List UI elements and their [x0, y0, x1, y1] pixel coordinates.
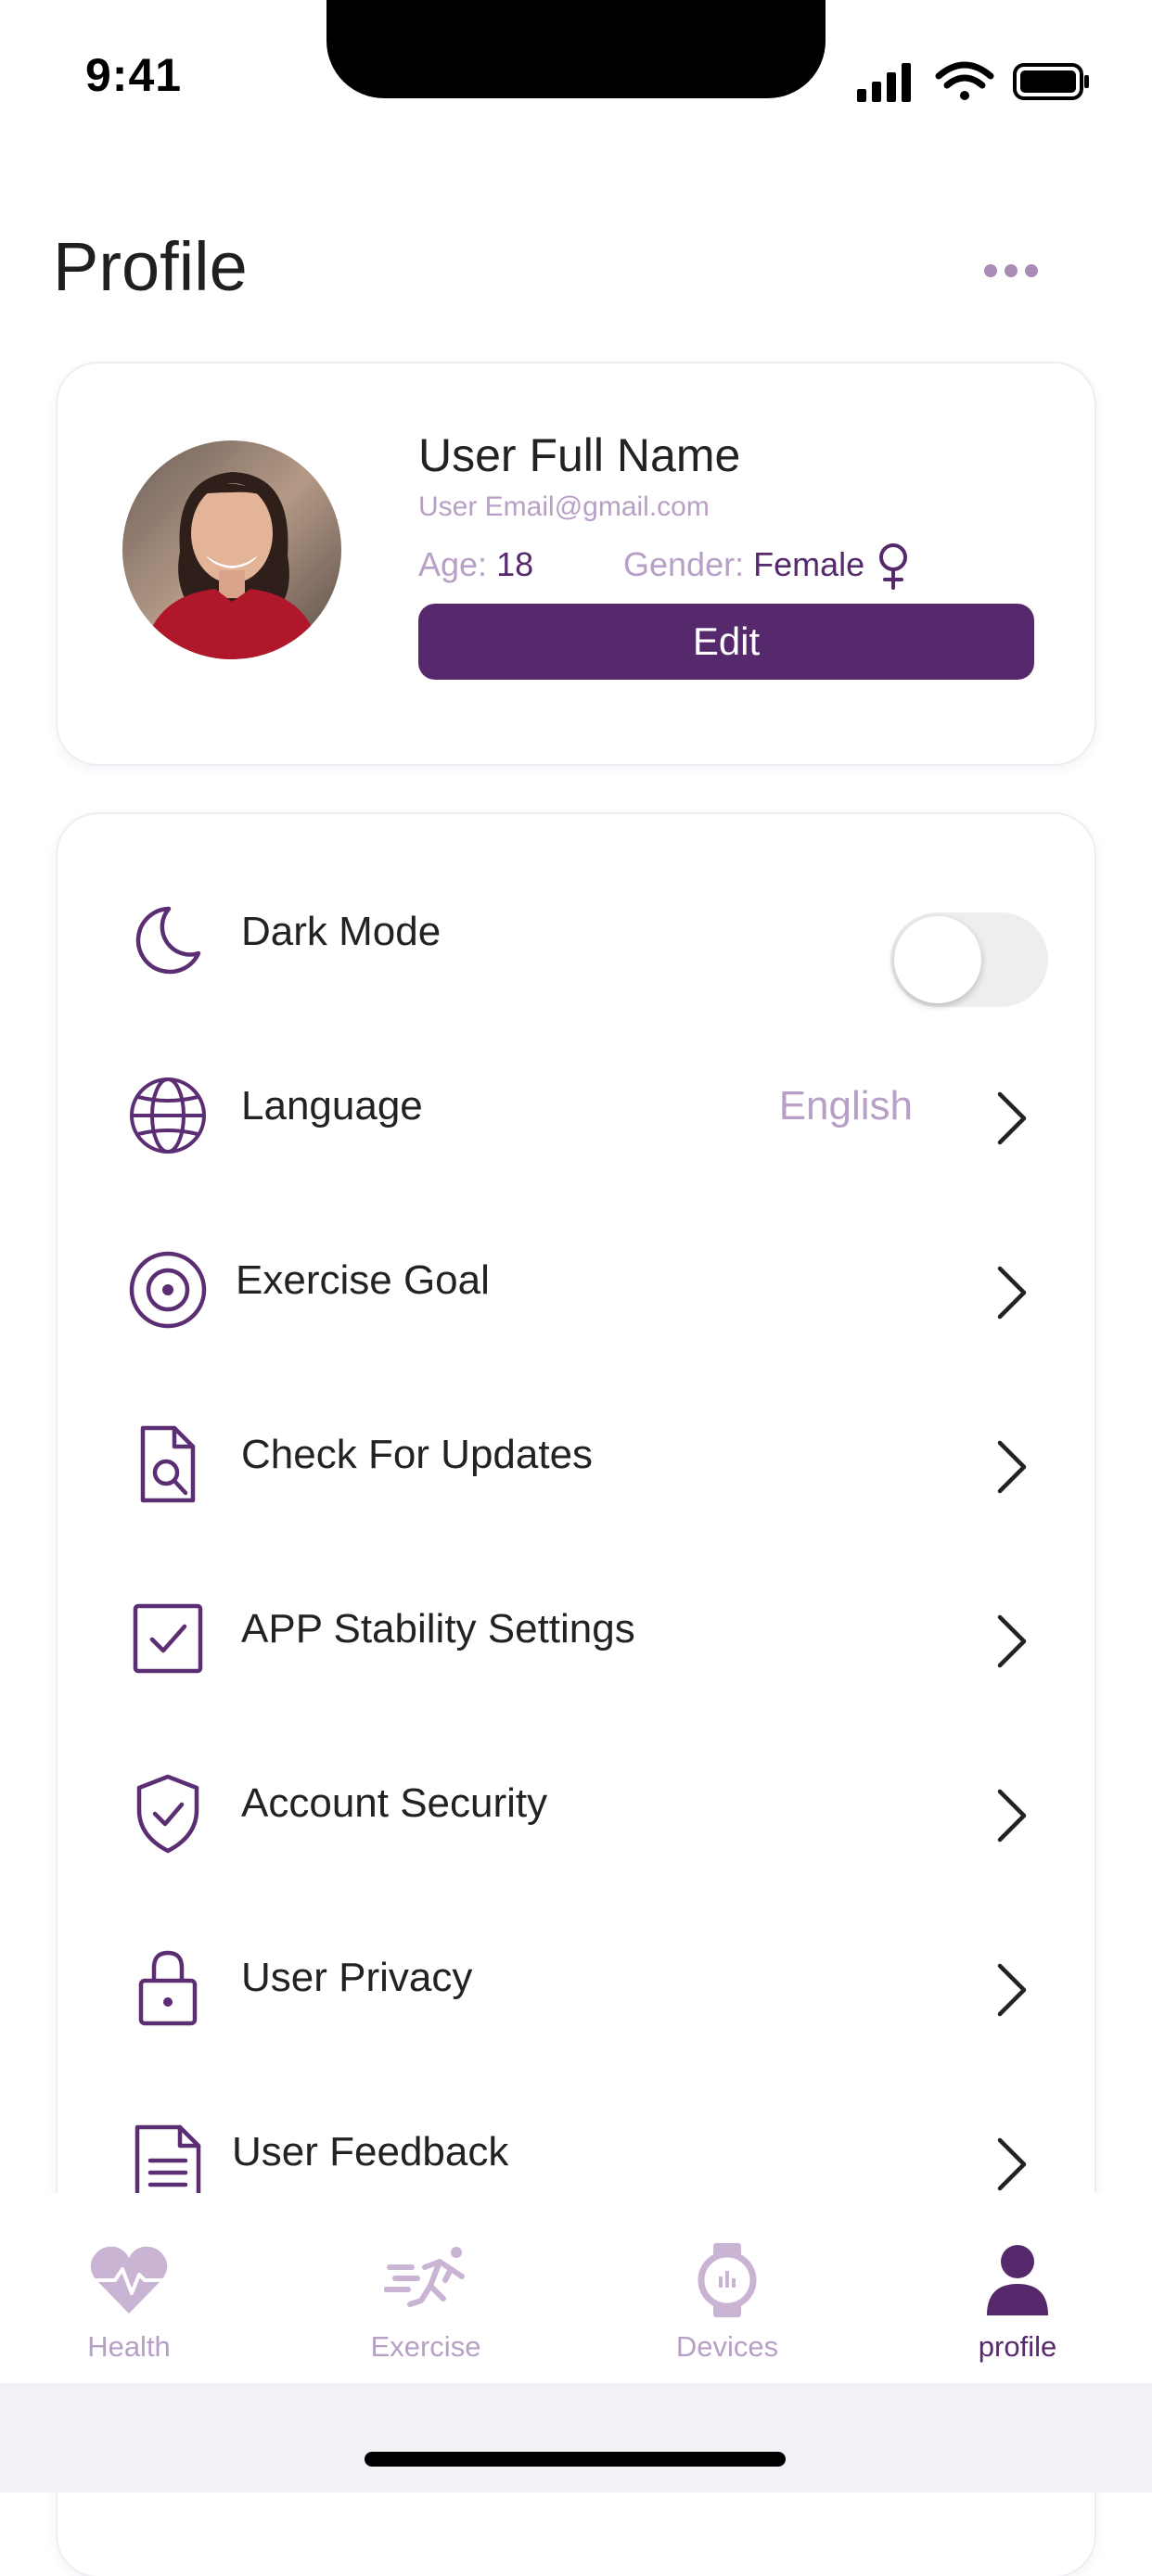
age-value: 18	[496, 545, 534, 583]
runner-icon	[383, 2243, 467, 2317]
chevron-right-icon	[989, 1437, 1033, 1497]
tab-exercise[interactable]: Exercise	[314, 2193, 537, 2383]
settings-row-dark-mode: Dark Mode	[58, 842, 1094, 1016]
exercise-goal-label: Exercise Goal	[236, 1257, 490, 1303]
gender-field: Gender: Female	[623, 545, 864, 584]
age-field: Age: 18	[418, 545, 533, 584]
tab-devices-label: Devices	[675, 2330, 779, 2363]
tab-health[interactable]: Health	[18, 2193, 240, 2383]
lock-icon	[126, 1945, 210, 2029]
chevron-right-icon	[989, 1960, 1033, 2020]
gender-label: Gender:	[623, 545, 754, 583]
watch-icon	[685, 2243, 769, 2317]
more-dot-icon	[1025, 264, 1038, 277]
account-security-label: Account Security	[241, 1780, 548, 1826]
document-lines-icon	[126, 2120, 210, 2203]
settings-row-language[interactable]: Language English	[58, 1016, 1094, 1191]
settings-row-account-security[interactable]: Account Security	[58, 1714, 1094, 1888]
wifi-icon	[935, 61, 994, 100]
check-updates-label: Check For Updates	[241, 1432, 594, 1477]
chevron-right-icon	[989, 2135, 1033, 2194]
toggle-knob	[894, 916, 981, 1003]
chevron-right-icon	[989, 1612, 1033, 1671]
language-value: English	[778, 1083, 913, 1129]
heart-pulse-icon	[87, 2243, 171, 2317]
chevron-right-icon	[989, 1786, 1033, 1845]
settings-row-app-stability[interactable]: APP Stability Settings	[58, 1539, 1094, 1714]
globe-icon	[126, 1074, 210, 1157]
user-name: User Full Name	[418, 429, 741, 481]
shield-check-icon	[126, 1771, 210, 1855]
tab-devices[interactable]: Devices	[616, 2193, 838, 2383]
gender-value: Female	[753, 545, 865, 583]
tab-exercise-label: Exercise	[370, 2330, 481, 2363]
signal-icon	[857, 63, 911, 102]
more-dot-icon	[984, 264, 997, 277]
status-icons	[853, 54, 1094, 106]
dark-mode-label: Dark Mode	[241, 909, 442, 954]
user-email: User Email@gmail.com	[418, 491, 710, 522]
status-time: 9:41	[85, 49, 183, 101]
home-indicator[interactable]	[365, 2452, 786, 2467]
chevron-right-icon	[989, 1263, 1033, 1322]
age-label: Age:	[418, 545, 497, 583]
home-indicator-area	[0, 2383, 1152, 2493]
more-dot-icon	[1005, 264, 1018, 277]
language-label: Language	[241, 1083, 423, 1129]
device-notch	[326, 0, 826, 98]
female-symbol-icon	[875, 542, 912, 590]
checkbox-icon	[126, 1597, 210, 1680]
settings-row-check-updates[interactable]: Check For Updates	[58, 1365, 1094, 1539]
user-privacy-label: User Privacy	[241, 1955, 473, 2000]
tab-health-label: Health	[87, 2330, 171, 2363]
settings-row-user-privacy[interactable]: User Privacy	[58, 1888, 1094, 2062]
moon-icon	[126, 899, 210, 983]
document-search-icon	[126, 1422, 210, 1506]
settings-row-exercise-goal[interactable]: Exercise Goal	[58, 1191, 1094, 1365]
person-icon	[976, 2243, 1059, 2317]
user-feedback-label: User Feedback	[232, 2129, 509, 2174]
page-title: Profile	[53, 228, 248, 305]
battery-icon	[1013, 63, 1089, 100]
more-options-button[interactable]	[974, 252, 1048, 289]
dark-mode-toggle[interactable]	[890, 912, 1048, 1007]
edit-profile-button[interactable]: Edit	[418, 604, 1034, 680]
target-icon	[126, 1248, 210, 1332]
app-stability-label: APP Stability Settings	[241, 1606, 635, 1651]
chevron-right-icon	[989, 1089, 1033, 1148]
tab-bar: Health Exercise Devices profile	[0, 2193, 1152, 2383]
tab-profile-label: profile	[978, 2330, 1057, 2363]
tab-profile[interactable]: profile	[906, 2193, 1129, 2383]
avatar[interactable]	[122, 440, 341, 659]
